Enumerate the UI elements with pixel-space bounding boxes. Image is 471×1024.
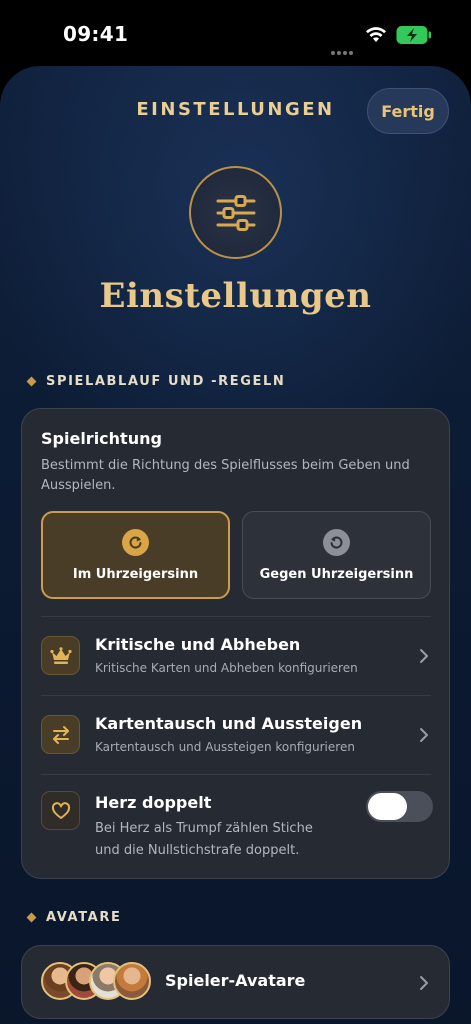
- row-subtitle-heart-1: Bei Herz als Trumpf zählen Stiche: [95, 821, 313, 836]
- signal-dots-icon: [331, 40, 355, 55]
- rules-card: Spielrichtung Bestimmt die Richtung des …: [21, 408, 450, 879]
- clockwise-icon: [122, 528, 149, 556]
- diamond-icon: [26, 912, 37, 923]
- wifi-icon: [366, 27, 386, 42]
- option-label: Im Uhrzeigersinn: [72, 566, 199, 582]
- row-subtitle-exchange: Kartentausch und Aussteigen konfiguriere…: [95, 740, 355, 754]
- chevron-right-icon[interactable]: [418, 975, 430, 991]
- direction-title: Spielrichtung: [41, 429, 162, 448]
- section-header-avatars: AVATARE: [26, 910, 122, 925]
- direction-option-clockwise[interactable]: Im Uhrzeigersinn: [41, 511, 230, 599]
- status-bar: 09:41: [0, 0, 471, 66]
- status-time: 09:41: [63, 22, 129, 46]
- heart-icon: [41, 791, 80, 830]
- diamond-icon: [26, 376, 37, 387]
- section-header-rules: SPIELABLAUF UND -REGELN: [26, 374, 286, 389]
- done-button[interactable]: Fertig: [367, 88, 449, 134]
- divider: [41, 616, 431, 617]
- settings-sheet: EINSTELLUNGEN Fertig Einstellungen SPIEL…: [0, 66, 471, 1024]
- direction-description: Bestimmt die Richtung des Spielflusses b…: [41, 458, 410, 493]
- chevron-right-icon[interactable]: [418, 727, 430, 743]
- avatar-stack: [41, 962, 153, 1002]
- row-subtitle-heart-2: und die Nullstichstrafe doppelt.: [95, 843, 300, 858]
- section-label: SPIELABLAUF UND -REGELN: [46, 374, 286, 389]
- row-title-exchange: Kartentausch und Aussteigen: [95, 714, 363, 733]
- option-label: Gegen Uhrzeigersinn: [259, 566, 414, 582]
- heart-double-toggle[interactable]: [366, 791, 433, 822]
- sliders-icon: [189, 166, 282, 259]
- hero-title: Einstellungen: [99, 276, 372, 316]
- avatar: [113, 962, 151, 1000]
- section-label: AVATARE: [46, 910, 122, 925]
- counterclockwise-icon: [323, 528, 350, 556]
- swap-arrows-icon: [41, 715, 80, 754]
- direction-option-counterclockwise[interactable]: Gegen Uhrzeigersinn: [242, 511, 431, 599]
- avatars-row-title: Spieler-Avatare: [165, 971, 306, 990]
- crown-icon: [41, 636, 80, 675]
- avatars-card[interactable]: Spieler-Avatare: [21, 945, 450, 1019]
- toggle-knob: [368, 793, 407, 820]
- row-title-heart: Herz doppelt: [95, 793, 212, 812]
- row-subtitle-critical: Kritische Karten und Abheben konfigurier…: [95, 661, 358, 675]
- row-title-critical: Kritische und Abheben: [95, 635, 301, 654]
- chevron-right-icon[interactable]: [418, 648, 430, 664]
- divider: [41, 695, 431, 696]
- divider: [41, 774, 431, 775]
- battery-charging-icon: [396, 26, 431, 44]
